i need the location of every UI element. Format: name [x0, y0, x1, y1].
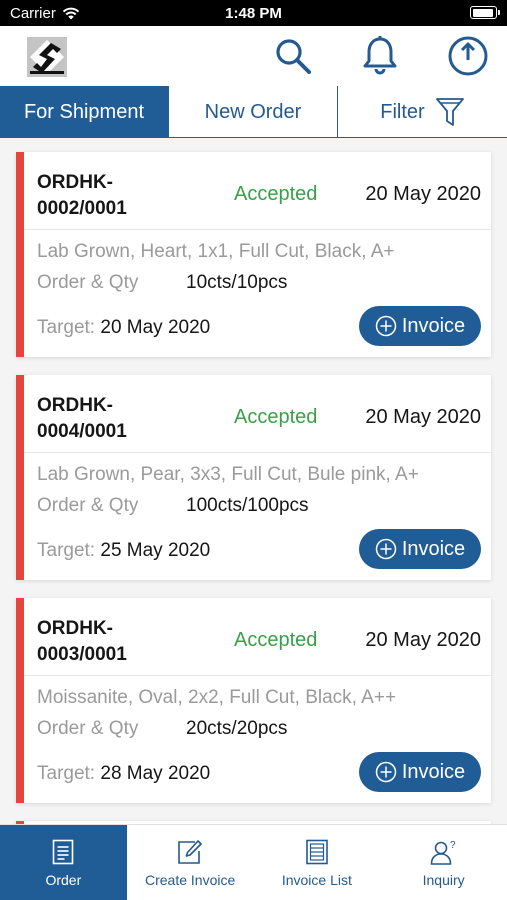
- order-id-line: 0002/0001: [37, 198, 127, 219]
- order-id-line: 0003/0001: [37, 644, 127, 665]
- invoice-button-label: Invoice: [401, 537, 466, 560]
- qty-label: Order & Qty: [37, 718, 139, 739]
- tab-label: For Shipment: [23, 100, 145, 123]
- plus-circle-icon: [375, 538, 397, 560]
- create-invoice-icon: [178, 840, 202, 864]
- order-card[interactable]: ORDHK- 0002/0001 Accepted 20 May 2020 La…: [16, 152, 491, 357]
- tab-label: Filter: [380, 100, 425, 123]
- target-date: 28 May 2020: [100, 763, 211, 784]
- nav-invoice-list[interactable]: Invoice List: [254, 825, 381, 900]
- invoice-button[interactable]: Invoice: [359, 306, 481, 346]
- qty-value: 10cts/10pcs: [186, 272, 288, 293]
- inquiry-icon: ?: [430, 840, 456, 865]
- qty-label: Order & Qty: [37, 272, 139, 293]
- plus-circle-icon: [375, 315, 397, 337]
- tab-for-shipment[interactable]: For Shipment: [0, 86, 169, 138]
- tab-new-order[interactable]: New Order: [169, 86, 338, 138]
- qty-label: Order & Qty: [37, 495, 139, 516]
- card-divider: [24, 452, 491, 453]
- status-bar: Carrier 1:48 PM: [0, 0, 507, 26]
- logo-mark-icon: [27, 37, 67, 77]
- order-date: 20 May 2020: [365, 629, 481, 651]
- order-id-line: 0004/0001: [37, 421, 127, 442]
- nav-order[interactable]: Order: [0, 825, 127, 900]
- target-label: Target:: [37, 763, 96, 784]
- nav-label: Inquiry: [422, 872, 465, 888]
- target-label: Target:: [37, 540, 96, 561]
- order-id: ORDHK- 0004/0001: [37, 393, 157, 445]
- order-card[interactable]: ORDHK- 0004/0001 Accepted 20 May 2020 La…: [16, 375, 491, 580]
- plus-circle-icon: [375, 761, 397, 783]
- order-description: Lab Grown, Heart, 1x1, Full Cut, Black, …: [37, 241, 395, 262]
- invoice-button-label: Invoice: [401, 314, 466, 337]
- search-icon[interactable]: [271, 34, 315, 78]
- card-divider: [24, 675, 491, 676]
- target-row: Target: 20 May 2020: [37, 317, 210, 339]
- nav-label: Invoice List: [281, 872, 352, 888]
- order-id-line: ORDHK-: [37, 395, 113, 416]
- tab-filter[interactable]: Filter: [338, 86, 507, 138]
- target-row: Target: 25 May 2020: [37, 540, 210, 562]
- order-status: Accepted: [234, 629, 318, 651]
- qty-value: 100cts/100pcs: [186, 495, 309, 516]
- bottom-nav: Order Create Invoice Invoice List ? Inqu…: [0, 824, 507, 900]
- invoice-button-label: Invoice: [401, 760, 466, 783]
- invoice-list-icon: [306, 839, 328, 865]
- order-id: ORDHK- 0003/0001: [37, 616, 157, 668]
- order-id-line: ORDHK-: [37, 172, 113, 193]
- tab-label: New Order: [204, 100, 302, 123]
- company-logo[interactable]: [27, 37, 67, 77]
- order-description: Moissanite, Oval, 2x2, Full Cut, Black, …: [37, 687, 397, 708]
- order-description: Lab Grown, Pear, 3x3, Full Cut, Bule pin…: [37, 464, 419, 485]
- battery-icon: [470, 6, 500, 19]
- order-id-line: ORDHK-: [37, 618, 113, 639]
- nav-inquiry[interactable]: ? Inquiry: [380, 825, 507, 900]
- app-header: [0, 26, 507, 86]
- order-icon: [53, 839, 74, 865]
- nav-label: Order: [45, 872, 82, 888]
- invoice-button[interactable]: Invoice: [359, 752, 481, 792]
- tab-bar: For Shipment New Order Filter: [0, 86, 507, 138]
- nav-label: Create Invoice: [144, 872, 236, 888]
- order-id: ORDHK- 0002/0001: [37, 170, 157, 222]
- order-card[interactable]: ORDHK- 0003/0001 Accepted 20 May 2020 Mo…: [16, 598, 491, 803]
- bell-icon[interactable]: [358, 34, 402, 78]
- nav-create-invoice[interactable]: Create Invoice: [127, 825, 254, 900]
- power-icon[interactable]: [446, 34, 490, 78]
- status-time: 1:48 PM: [225, 5, 282, 22]
- order-list[interactable]: ORDHK- 0002/0001 Accepted 20 May 2020 La…: [0, 138, 507, 824]
- invoice-button[interactable]: Invoice: [359, 529, 481, 569]
- target-label: Target:: [37, 317, 96, 338]
- target-date: 20 May 2020: [100, 317, 211, 338]
- order-date: 20 May 2020: [365, 183, 481, 205]
- card-divider: [24, 229, 491, 230]
- target-date: 25 May 2020: [100, 540, 211, 561]
- order-status: Accepted: [234, 183, 318, 205]
- order-date: 20 May 2020: [365, 406, 481, 428]
- filter-icon: [435, 98, 464, 126]
- target-row: Target: 28 May 2020: [37, 763, 210, 785]
- qty-value: 20cts/20pcs: [186, 718, 288, 739]
- svg-text:?: ?: [450, 840, 456, 851]
- order-status: Accepted: [234, 406, 318, 428]
